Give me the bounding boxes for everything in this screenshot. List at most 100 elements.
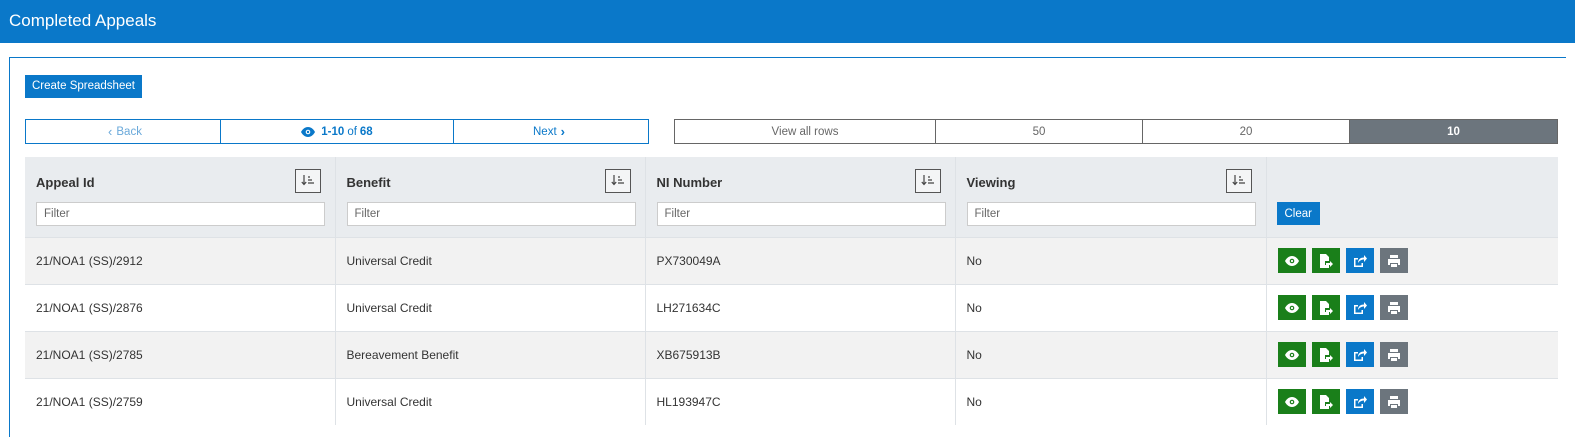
export-file-icon	[1319, 394, 1333, 409]
filter-input-benefit[interactable]	[346, 202, 636, 226]
view-icon	[1284, 396, 1299, 407]
column-header-benefit: Benefit	[335, 157, 646, 237]
cell-actions	[1266, 236, 1558, 284]
column-header-appeal-id: Appeal Id	[25, 157, 336, 237]
view-icon	[1284, 255, 1299, 266]
sort-button[interactable]	[294, 169, 321, 193]
print-button[interactable]	[1379, 342, 1408, 367]
eye-icon	[301, 126, 316, 137]
column-title: NI Number	[656, 175, 723, 190]
sort-icon	[1231, 175, 1245, 186]
column-title: Viewing	[966, 175, 1016, 190]
cell-ni-number: PX730049A	[645, 236, 956, 284]
share-icon	[1353, 301, 1367, 314]
table-header-row: Appeal Id Benefit NI Number	[25, 157, 1558, 237]
table-row: 21/NOA1 (SS)/2876 Universal Credit LH271…	[25, 283, 1558, 331]
view-button[interactable]	[1277, 295, 1306, 320]
share-icon	[1353, 254, 1367, 267]
cell-appeal-id: 21/NOA1 (SS)/2785	[25, 330, 336, 378]
export-file-icon	[1319, 253, 1333, 268]
share-button[interactable]	[1345, 295, 1374, 320]
sort-icon	[920, 175, 934, 186]
filter-input-appeal-id[interactable]	[36, 202, 325, 226]
view-icon	[1284, 349, 1299, 360]
column-header-viewing: Viewing	[955, 157, 1267, 237]
print-icon	[1387, 348, 1400, 361]
cell-benefit: Universal Credit	[335, 377, 646, 425]
print-icon	[1387, 301, 1400, 314]
print-icon	[1387, 395, 1400, 408]
filter-input-ni-number[interactable]	[656, 202, 946, 226]
view-button[interactable]	[1277, 389, 1306, 415]
chevron-left-icon: ‹	[108, 124, 113, 139]
sort-button[interactable]	[914, 169, 941, 193]
pager-of: of	[347, 125, 357, 138]
rows-option-10[interactable]: 10	[1350, 120, 1557, 143]
export-button[interactable]	[1311, 248, 1340, 273]
export-button[interactable]	[1311, 342, 1340, 367]
cell-appeal-id: 21/NOA1 (SS)/2876	[25, 283, 336, 331]
print-button[interactable]	[1379, 248, 1408, 273]
clear-filters-button[interactable]: Clear	[1276, 202, 1320, 225]
cell-appeal-id: 21/NOA1 (SS)/2912	[25, 236, 336, 284]
cell-actions	[1266, 283, 1558, 331]
column-title: Appeal Id	[36, 175, 95, 190]
back-button[interactable]: ‹ Back	[26, 120, 221, 143]
cell-ni-number: HL193947C	[645, 377, 956, 425]
column-header-actions: Clear	[1266, 157, 1558, 237]
share-icon	[1353, 348, 1367, 361]
sort-icon	[300, 175, 314, 186]
rows-option-all[interactable]: View all rows	[675, 120, 936, 143]
view-icon	[1284, 302, 1299, 313]
share-button[interactable]	[1345, 389, 1374, 415]
cell-ni-number: XB675913B	[645, 330, 956, 378]
pager: ‹ Back 1-10 of 68 Next ›	[25, 119, 649, 144]
cell-benefit: Universal Credit	[335, 236, 646, 284]
cell-actions	[1266, 377, 1558, 425]
share-icon	[1353, 395, 1367, 408]
export-file-icon	[1319, 300, 1333, 315]
column-header-ni-number: NI Number	[645, 157, 956, 237]
cell-benefit: Universal Credit	[335, 283, 646, 331]
cell-ni-number: LH271634C	[645, 283, 956, 331]
export-file-icon	[1319, 347, 1333, 362]
next-button[interactable]: Next ›	[454, 120, 648, 143]
cell-appeal-id: 21/NOA1 (SS)/2759	[25, 377, 336, 425]
pager-info: 1-10 of 68	[221, 120, 454, 143]
back-label: Back	[116, 125, 142, 138]
export-button[interactable]	[1311, 389, 1340, 415]
cell-viewing: No	[955, 330, 1267, 378]
filter-input-viewing[interactable]	[966, 202, 1256, 226]
print-button[interactable]	[1379, 295, 1408, 320]
cell-viewing: No	[955, 236, 1267, 284]
print-button[interactable]	[1379, 389, 1408, 415]
next-label: Next	[533, 125, 557, 138]
sort-button[interactable]	[604, 169, 631, 193]
rows-per-page-selector: View all rows 50 20 10	[674, 119, 1558, 144]
share-button[interactable]	[1345, 342, 1374, 367]
view-button[interactable]	[1277, 248, 1306, 273]
cell-viewing: No	[955, 283, 1267, 331]
view-button[interactable]	[1277, 342, 1306, 367]
cell-benefit: Bereavement Benefit	[335, 330, 646, 378]
table-row: 21/NOA1 (SS)/2759 Universal Credit HL193…	[25, 377, 1558, 425]
column-title: Benefit	[346, 175, 391, 190]
share-button[interactable]	[1345, 248, 1374, 273]
app-header: Completed Appeals	[0, 0, 1575, 43]
sort-icon	[610, 175, 624, 186]
rows-option-50[interactable]: 50	[936, 120, 1143, 143]
pager-range: 1-10	[321, 125, 345, 138]
appeals-table: Appeal Id Benefit NI Number	[25, 157, 1558, 425]
chevron-right-icon: ›	[560, 124, 565, 139]
sort-button[interactable]	[1225, 169, 1252, 193]
pager-total: 68	[359, 125, 373, 138]
create-spreadsheet-button[interactable]: Create Spreadsheet	[25, 75, 142, 98]
page-title: Completed Appeals	[9, 11, 157, 30]
cell-viewing: No	[955, 377, 1267, 425]
cell-actions	[1266, 330, 1558, 378]
export-button[interactable]	[1311, 295, 1340, 320]
rows-option-20[interactable]: 20	[1143, 120, 1350, 143]
print-icon	[1387, 254, 1400, 267]
table-row: 21/NOA1 (SS)/2912 Universal Credit PX730…	[25, 236, 1558, 284]
table-row: 21/NOA1 (SS)/2785 Bereavement Benefit XB…	[25, 330, 1558, 378]
